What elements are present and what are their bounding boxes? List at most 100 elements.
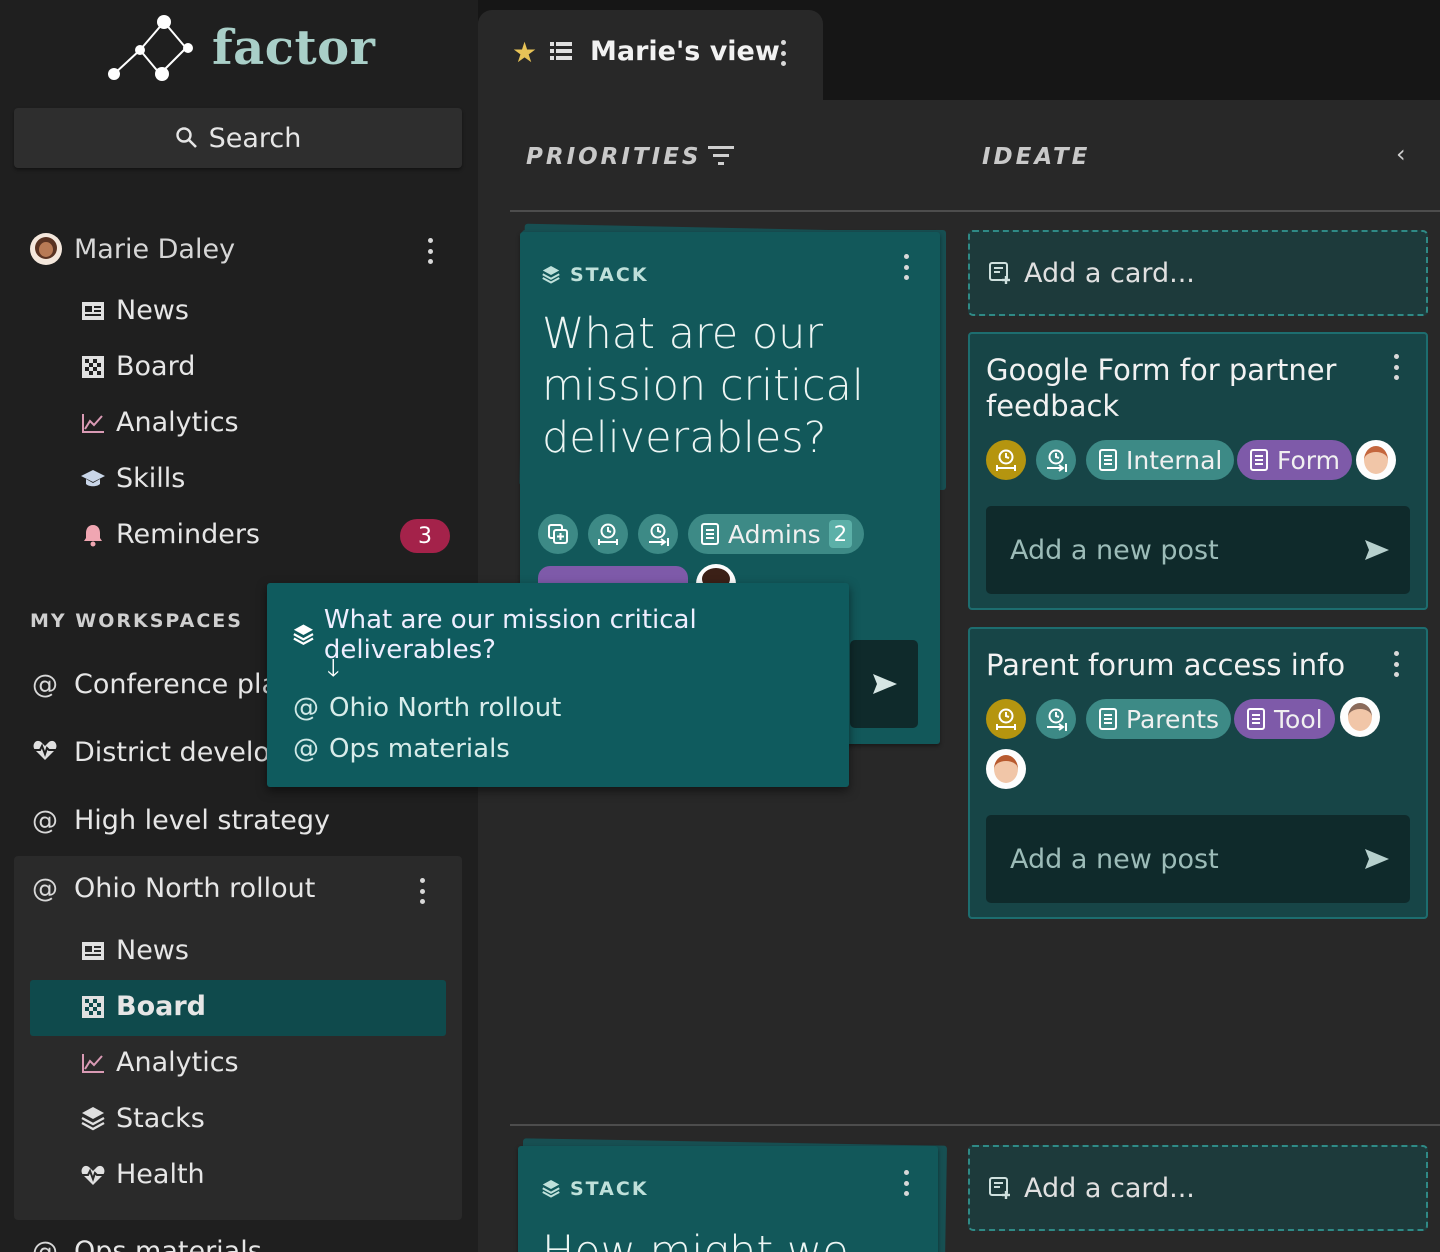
clock-range-icon[interactable]	[986, 440, 1026, 480]
ohio-item-analytics[interactable]: Analytics	[80, 1047, 239, 1078]
stack-label-text: STACK	[570, 1178, 649, 1200]
card-parent-forum[interactable]: Parent forum access info Parents Tool Ad…	[968, 627, 1428, 919]
stack-title-line: What are our	[542, 309, 824, 359]
divider	[510, 210, 1440, 212]
layers-icon	[542, 1180, 560, 1198]
at-icon: @	[32, 669, 58, 700]
clock-end-icon[interactable]	[1036, 699, 1076, 739]
sidebar-item-board[interactable]: Board	[80, 351, 195, 382]
popover-item-label: Ohio North rollout	[329, 693, 562, 723]
tool-chip[interactable]: Tool	[1234, 699, 1335, 739]
reminders-badge: 3	[400, 519, 450, 553]
stack-title: What are our mission critical deliverabl…	[542, 308, 922, 464]
add-card-button[interactable]: Add a card...	[968, 230, 1428, 316]
star-icon[interactable]: ★	[512, 36, 537, 69]
workspace-district[interactable]: District develop	[30, 737, 287, 768]
stack-path-popover: What are our mission critical deliverabl…	[267, 583, 849, 787]
sidebar-item-label: News	[116, 295, 189, 326]
document-icon	[1099, 708, 1117, 730]
ohio-item-news[interactable]: News	[80, 935, 189, 966]
at-icon: @	[293, 734, 319, 764]
ohio-item-stacks[interactable]: Stacks	[80, 1103, 205, 1134]
workspace-menu-icon[interactable]	[417, 878, 427, 904]
chip-label: Parents	[1126, 704, 1220, 734]
workspace-strategy[interactable]: @ High level strategy	[30, 805, 330, 836]
layers-icon	[293, 624, 314, 645]
stack-title-line: mission critical	[542, 361, 864, 411]
filter-icon[interactable]	[708, 146, 734, 166]
chart-icon	[80, 410, 106, 436]
mortarboard-icon	[80, 466, 106, 492]
user-menu-icon[interactable]	[425, 238, 435, 264]
chip-label: Tool	[1274, 704, 1323, 734]
clock-end-icon[interactable]	[638, 514, 678, 554]
send-icon[interactable]	[850, 640, 918, 728]
clock-range-icon[interactable]	[588, 514, 628, 554]
form-chip[interactable]: Form	[1237, 440, 1352, 480]
popover-title-row: What are our mission critical deliverabl…	[293, 605, 849, 665]
sidebar-item-label: Stacks	[116, 1103, 205, 1134]
at-icon: @	[32, 805, 58, 836]
stack-title: How might we	[542, 1227, 849, 1252]
sidebar-item-label: News	[116, 935, 189, 966]
user-row[interactable]: Marie Daley	[30, 233, 235, 265]
sidebar-item-label: Board	[116, 991, 206, 1022]
avatar[interactable]	[1356, 440, 1396, 480]
workspace-label: Ohio North rollout	[74, 873, 316, 904]
send-icon[interactable]	[1364, 538, 1390, 562]
sidebar-item-label: Reminders	[116, 519, 260, 550]
avatar[interactable]	[1340, 697, 1380, 737]
at-icon: @	[32, 873, 58, 904]
bell-icon	[80, 522, 106, 548]
search-button[interactable]: Search	[14, 108, 462, 168]
view-tab[interactable]: ★ Marie's view	[478, 10, 823, 102]
document-icon	[1247, 708, 1265, 730]
workspace-label: Ops materials	[74, 1236, 262, 1252]
search-icon	[175, 127, 197, 148]
internal-chip[interactable]: Internal	[1086, 440, 1235, 480]
admins-chip[interactable]: Admins 2	[688, 514, 865, 554]
popover-item[interactable]: @ Ohio North rollout	[293, 693, 561, 723]
stack-menu-icon[interactable]	[901, 1170, 911, 1196]
view-menu-icon[interactable]	[778, 40, 788, 66]
workspace-ops[interactable]: @ Ops materials	[30, 1236, 262, 1252]
sidebar-item-skills[interactable]: Skills	[80, 463, 185, 494]
stack-card-2[interactable]: STACK How might we	[518, 1146, 938, 1252]
card-menu-icon[interactable]	[1391, 651, 1401, 677]
sidebar-item-label: Analytics	[116, 407, 239, 438]
chip-count: 2	[828, 520, 853, 548]
user-name: Marie Daley	[74, 233, 236, 265]
sidebar-item-reminders[interactable]: Reminders	[80, 519, 260, 550]
sidebar-item-analytics[interactable]: Analytics	[80, 407, 239, 438]
workspace-ohio[interactable]: @ Ohio North rollout	[30, 873, 315, 904]
copy-add-icon[interactable]	[538, 514, 578, 554]
ohio-item-health[interactable]: Health	[80, 1159, 205, 1190]
sidebar-item-news[interactable]: News	[80, 295, 189, 326]
document-icon	[701, 523, 719, 545]
stack-title-line: deliverables?	[542, 413, 827, 463]
popover-item[interactable]: @ Ops materials	[293, 734, 510, 764]
parents-chip[interactable]: Parents	[1086, 699, 1232, 739]
post-input[interactable]: Add a new post	[986, 815, 1410, 903]
arrow-down-icon: 🡓	[327, 654, 340, 682]
layers-icon	[542, 266, 560, 284]
card-title-line: feedback	[986, 389, 1120, 423]
stack-label-text: STACK	[570, 264, 649, 286]
workspaces-heading: MY WORKSPACES	[30, 610, 243, 632]
chip-label: Form	[1277, 445, 1340, 475]
card-menu-icon[interactable]	[1391, 354, 1401, 380]
clock-range-icon[interactable]	[986, 699, 1026, 739]
workspace-conference[interactable]: @ Conference plar	[30, 669, 289, 700]
avatar[interactable]	[986, 749, 1026, 789]
clock-end-icon[interactable]	[1036, 440, 1076, 480]
add-card-button-2[interactable]: Add a card...	[968, 1145, 1428, 1231]
post-input[interactable]: Add a new post	[986, 506, 1410, 594]
stack-menu-icon[interactable]	[901, 254, 911, 280]
send-icon[interactable]	[1364, 847, 1390, 871]
stack-label: STACK	[542, 264, 649, 286]
heartbeat-icon	[80, 1162, 106, 1188]
collapse-chevron-icon[interactable]: ‹	[1396, 140, 1406, 168]
post-placeholder: Add a new post	[1010, 534, 1219, 566]
card-google-form[interactable]: Google Form for partner feedback Interna…	[968, 332, 1428, 610]
ohio-item-board[interactable]: Board	[80, 991, 206, 1022]
